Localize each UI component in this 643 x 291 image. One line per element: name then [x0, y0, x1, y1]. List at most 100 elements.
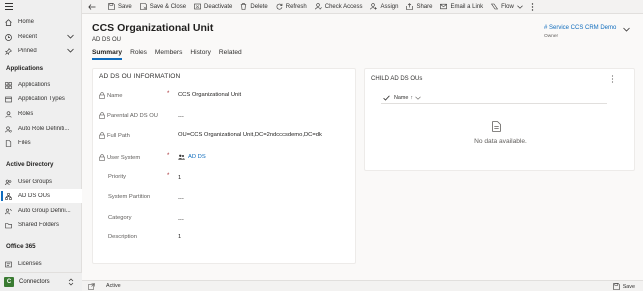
sidebar-item-user-groups[interactable]: User Groups: [0, 175, 82, 189]
auto-group-icon: [5, 208, 12, 215]
assign-icon: [370, 3, 378, 10]
sidebar-item-licenses[interactable]: Licenses: [0, 257, 82, 271]
user-system-lookup-link[interactable]: AD DS: [178, 154, 206, 160]
save-label: Save: [118, 3, 132, 10]
delete-label: Delete: [250, 3, 268, 10]
subgrid-title: CHILD AD DS OUs: [371, 76, 423, 82]
chevron-updown-icon: [68, 278, 74, 286]
applications-icon: [5, 81, 12, 89]
check-access-icon: [314, 3, 322, 10]
field-value[interactable]: OU=CCS Organizational Unit,DC=2ndcccsdem…: [178, 132, 322, 138]
footer-save-label: Save: [622, 283, 635, 290]
empty-state-text: No data available.: [474, 138, 527, 145]
sidebar-item-roles[interactable]: Roles: [0, 107, 82, 121]
clock-icon: [5, 33, 12, 41]
organizational-unit-icon: [5, 192, 12, 200]
check-access-label: Check Access: [324, 3, 363, 10]
column-header-label: Name: [394, 94, 409, 101]
nav-section-office365: Office 365: [6, 243, 36, 250]
trash-icon: [240, 3, 247, 10]
field-value[interactable]: ---: [178, 217, 184, 223]
section-title: AD DS OU INFORMATION: [99, 73, 181, 80]
chevron-down-icon: [67, 48, 74, 53]
back-button[interactable]: [82, 0, 104, 14]
flow-button[interactable]: Flow: [487, 0, 527, 14]
sidebar-item-label: Auto Role Definiti...: [18, 126, 70, 132]
field-full-path: Full Path OU=CCS Organizational Unit,DC=…: [99, 130, 349, 142]
home-icon: [5, 18, 12, 26]
column-header-name[interactable]: Name ↑: [394, 95, 421, 101]
sidebar-item-shared-folders[interactable]: Shared Folders: [0, 218, 82, 232]
more-vertical-icon: [531, 2, 534, 11]
sidebar-item-label: Applications: [18, 82, 51, 88]
share-label: Share: [416, 3, 433, 10]
field-label: Priority: [108, 174, 127, 180]
file-icon: [5, 139, 12, 147]
sidebar-item-label: Application Types: [18, 96, 65, 102]
refresh-label: Refresh: [285, 3, 307, 10]
record-header: CCS Organizational Unit AD DS OU # Servi…: [82, 14, 643, 66]
delete-button[interactable]: Delete: [236, 0, 271, 14]
tab-history[interactable]: History: [190, 49, 211, 59]
sidebar-item-applications[interactable]: Applications: [0, 78, 82, 92]
tab-members[interactable]: Members: [155, 49, 182, 59]
subgrid-more-button[interactable]: [611, 75, 614, 83]
chevron-down-icon: [517, 5, 523, 9]
sidebar-item-label: Files: [18, 140, 31, 146]
open-new-window-button[interactable]: [88, 283, 95, 290]
subgrid-header-row: Name ↑: [381, 92, 607, 104]
owner-link[interactable]: # Service CCS CRM Demo: [544, 25, 616, 31]
field-label: Description: [108, 234, 137, 240]
chevron-down-icon: [67, 34, 74, 39]
sidebar-item-auto-role-definitions[interactable]: Auto Role Definiti...: [0, 122, 82, 136]
sidebar-item-auto-group-definitions[interactable]: Auto Group Defini...: [0, 204, 82, 218]
tab-summary[interactable]: Summary: [92, 49, 123, 60]
entity-name: AD DS OU: [92, 37, 122, 43]
field-label: User System: [107, 154, 141, 161]
field-value[interactable]: 1: [178, 175, 181, 181]
sidebar-item-files[interactable]: Files: [0, 136, 82, 150]
field-value: AD DS: [188, 154, 206, 160]
more-commands-button[interactable]: [527, 0, 538, 14]
save-and-close-button[interactable]: Save & Close: [136, 0, 190, 14]
pin-icon: [5, 47, 12, 55]
sidebar-item-home[interactable]: Home: [0, 15, 82, 29]
field-value[interactable]: CCS Organizational Unit: [178, 92, 241, 98]
flow-icon: [491, 3, 499, 10]
lock-icon: [99, 132, 105, 139]
tab-related[interactable]: Related: [219, 49, 242, 59]
sidebar-item-label: User Groups: [18, 179, 53, 185]
tab-roles[interactable]: Roles: [130, 49, 147, 59]
sidebar-item-recent[interactable]: Recent: [0, 30, 82, 44]
footer-save-button[interactable]: Save: [612, 283, 635, 290]
deactivate-button[interactable]: Deactivate: [190, 0, 236, 14]
save-button[interactable]: Save: [104, 0, 136, 14]
sidebar-item-label: Licenses: [18, 261, 42, 267]
sidebar-item-application-types[interactable]: Application Types: [0, 92, 82, 106]
refresh-button[interactable]: Refresh: [272, 0, 311, 14]
hamburger-menu-button[interactable]: [0, 0, 81, 13]
sidebar-item-ad-ds-ous[interactable]: AD DS OUs: [0, 189, 82, 203]
save-icon: [612, 283, 620, 290]
required-marker: *: [167, 153, 170, 159]
check-access-button[interactable]: Check Access: [311, 0, 367, 14]
field-value[interactable]: ---: [178, 114, 184, 120]
folder-icon: [5, 222, 12, 229]
save-close-icon: [139, 3, 147, 10]
sidebar-item-label: AD DS OUs: [18, 193, 51, 199]
header-expand-button[interactable]: [623, 27, 630, 32]
field-value[interactable]: 1: [178, 234, 181, 240]
area-switcher[interactable]: C Connectors: [0, 272, 82, 291]
email-link-button[interactable]: Email a Link: [436, 0, 487, 14]
form-tabs: Summary Roles Members History Related: [92, 49, 250, 60]
share-button[interactable]: Share: [402, 0, 436, 14]
chevron-down-icon: [623, 27, 630, 32]
field-value[interactable]: ---: [178, 196, 184, 202]
back-arrow-icon: [88, 3, 96, 10]
assign-button[interactable]: Assign: [366, 0, 402, 14]
save-close-label: Save & Close: [149, 3, 187, 10]
sidebar-item-pinned[interactable]: Pinned: [0, 44, 82, 58]
lock-icon: [99, 154, 105, 161]
application-types-icon: [5, 96, 12, 103]
command-bar: Save Save & Close Deactivate Delete Refr…: [82, 0, 643, 14]
